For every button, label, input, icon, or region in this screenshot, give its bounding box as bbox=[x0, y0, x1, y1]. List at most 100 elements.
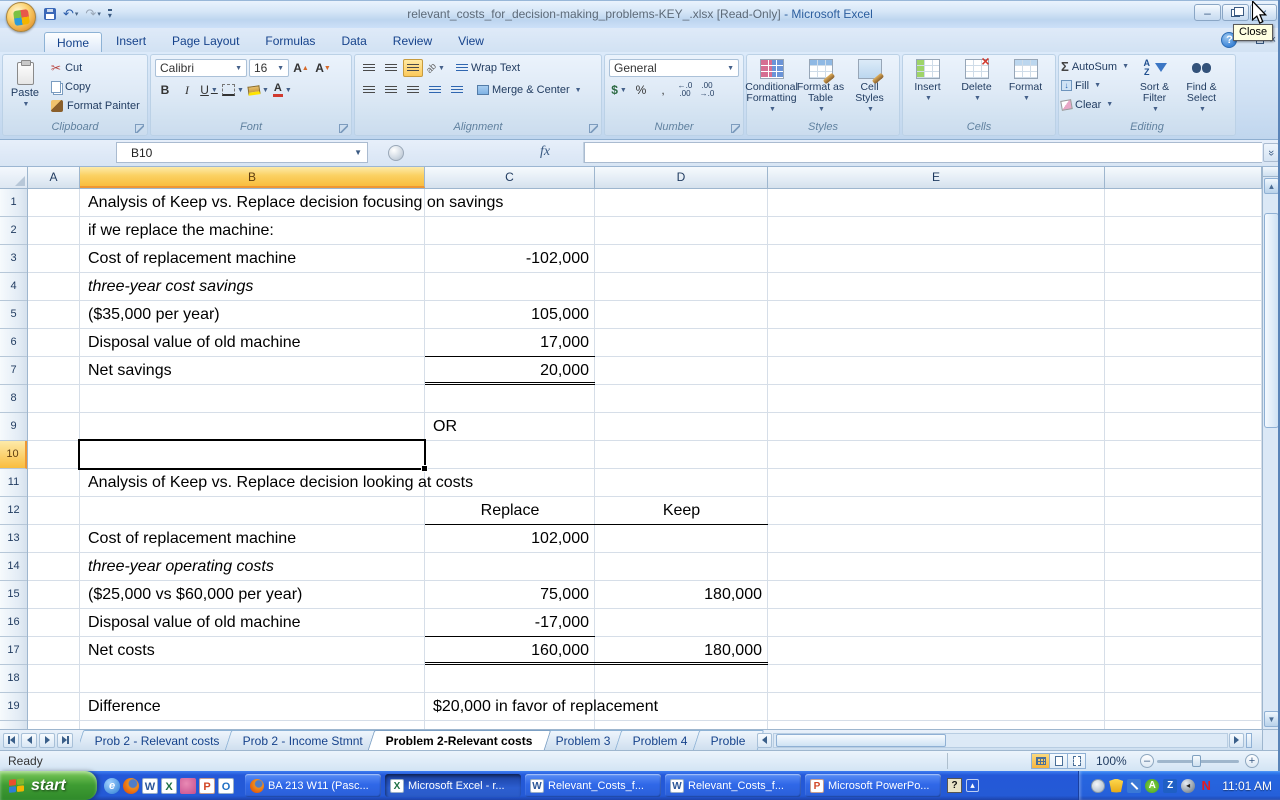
row-header-7[interactable]: 7 bbox=[0, 357, 27, 385]
cell-C9[interactable]: OR bbox=[433, 413, 457, 441]
number-dialog-launcher-icon[interactable] bbox=[731, 124, 740, 133]
scroll-up-button[interactable]: ▲ bbox=[1264, 178, 1279, 194]
ribbon-tab-home[interactable]: Home bbox=[44, 32, 102, 53]
select-all-corner[interactable] bbox=[0, 167, 28, 189]
normal-view-button[interactable] bbox=[1031, 753, 1050, 769]
cell-C15[interactable]: 75,000 bbox=[425, 581, 595, 609]
row-header-14[interactable]: 14 bbox=[0, 553, 27, 581]
row-header-11[interactable]: 11 bbox=[0, 469, 27, 497]
decrease-decimal-button[interactable]: .00→.0 bbox=[697, 81, 717, 99]
row-header-1[interactable]: 1 bbox=[0, 189, 27, 217]
decrease-indent-button[interactable] bbox=[425, 81, 445, 99]
sheet-tab-prob-2-income-stmnt[interactable]: Prob 2 - Income Stmnt bbox=[224, 730, 381, 750]
zoom-out-button[interactable]: – bbox=[1140, 754, 1154, 768]
cell-B19[interactable]: Difference bbox=[88, 693, 161, 721]
cell-B6[interactable]: Disposal value of old machine bbox=[88, 329, 301, 357]
row-header-9[interactable]: 9 bbox=[0, 413, 27, 441]
bold-button[interactable]: B bbox=[155, 81, 175, 99]
word-quicklaunch-icon[interactable] bbox=[142, 778, 158, 794]
cell-C7[interactable]: 20,000 bbox=[425, 357, 595, 385]
sort-filter-button[interactable]: AZ Sort & Filter▼ bbox=[1131, 55, 1178, 119]
cell-C17[interactable]: 160,000 bbox=[425, 637, 595, 665]
zoom-slider-thumb[interactable] bbox=[1192, 755, 1201, 767]
font-size-select[interactable]: 16▼ bbox=[249, 59, 289, 77]
row-header-10[interactable]: 10 bbox=[0, 441, 27, 469]
horizontal-scrollbar[interactable] bbox=[757, 732, 1252, 748]
cell-C16[interactable]: -17,000 bbox=[425, 609, 595, 637]
cell-D15[interactable]: 180,000 bbox=[595, 581, 768, 609]
formula-input[interactable] bbox=[584, 142, 1262, 163]
insert-function-button[interactable]: fx bbox=[540, 144, 550, 160]
sheet-tab-problem-2-relevant-costs[interactable]: Problem 2-Relevant costs bbox=[368, 730, 551, 750]
active-cell-selection[interactable] bbox=[78, 439, 426, 470]
horizontal-scroll-thumb[interactable] bbox=[776, 734, 946, 747]
align-left-button[interactable] bbox=[359, 81, 379, 99]
cell-styles-button[interactable]: Cell Styles▼ bbox=[845, 55, 894, 119]
row-header-18[interactable]: 18 bbox=[0, 665, 27, 693]
task-button-word[interactable]: Relevant_Costs_f... bbox=[525, 774, 661, 797]
ie-quicklaunch-icon[interactable] bbox=[104, 778, 120, 794]
orientation-button[interactable]: ab▼ bbox=[425, 59, 446, 77]
bottom-align-button[interactable] bbox=[403, 59, 423, 77]
firefox-quicklaunch-icon[interactable] bbox=[123, 778, 139, 794]
row-header-15[interactable]: 15 bbox=[0, 581, 27, 609]
find-select-button[interactable]: Find & Select▼ bbox=[1178, 55, 1225, 119]
volume-tray-icon[interactable] bbox=[1181, 779, 1195, 793]
zone-tray-icon[interactable] bbox=[1163, 779, 1177, 793]
name-box[interactable]: B10 ▼ bbox=[116, 142, 368, 163]
expand-formula-bar-button[interactable]: » bbox=[1263, 143, 1279, 162]
paste-button[interactable]: Paste ▼ bbox=[3, 55, 47, 119]
language-bar-icon[interactable]: ? bbox=[947, 778, 962, 793]
row-header-4[interactable]: 4 bbox=[0, 273, 27, 301]
row-header-19[interactable]: 19 bbox=[0, 693, 27, 721]
ribbon-tab-data[interactable]: Data bbox=[329, 31, 378, 52]
cell-B14[interactable]: three-year operating costs bbox=[88, 553, 274, 581]
row-header-5[interactable]: 5 bbox=[0, 301, 27, 329]
autosum-button[interactable]: ΣAutoSum▼ bbox=[1059, 57, 1131, 76]
cell-C6[interactable]: 17,000 bbox=[425, 329, 595, 357]
copy-button[interactable]: Copy bbox=[47, 77, 144, 96]
cell-B3[interactable]: Cost of replacement machine bbox=[88, 245, 296, 273]
column-header-f[interactable] bbox=[1105, 167, 1262, 188]
zoom-level[interactable]: 100% bbox=[1096, 754, 1127, 768]
align-center-button[interactable] bbox=[381, 81, 401, 99]
horizontal-scroll-track[interactable] bbox=[773, 733, 1228, 748]
cell-C19[interactable]: $20,000 in favor of replacement bbox=[433, 693, 658, 721]
row-header-3[interactable]: 3 bbox=[0, 245, 27, 273]
grow-font-button[interactable]: A▲ bbox=[291, 59, 311, 77]
tools-tray-icon[interactable] bbox=[1127, 779, 1141, 793]
format-cells-button[interactable]: Format▼ bbox=[1001, 55, 1050, 119]
row-header-8[interactable]: 8 bbox=[0, 385, 27, 413]
delete-cells-button[interactable]: Delete▼ bbox=[952, 55, 1001, 119]
font-name-select[interactable]: Calibri▼ bbox=[155, 59, 247, 77]
font-color-button[interactable]: A▼ bbox=[272, 81, 293, 99]
cell-C12[interactable]: Replace bbox=[425, 497, 595, 525]
number-format-select[interactable]: General▼ bbox=[609, 59, 739, 77]
conditional-formatting-button[interactable]: Conditional Formatting▼ bbox=[747, 55, 796, 119]
increase-indent-button[interactable] bbox=[447, 81, 467, 99]
insert-cells-button[interactable]: Insert▼ bbox=[903, 55, 952, 119]
first-sheet-button[interactable] bbox=[3, 733, 19, 748]
start-button[interactable]: start bbox=[0, 771, 97, 800]
cell-B4[interactable]: three-year cost savings bbox=[88, 273, 253, 301]
show-hidden-icons-button[interactable]: ▴ bbox=[966, 779, 979, 792]
excel-quicklaunch-icon[interactable] bbox=[161, 778, 177, 794]
wrap-text-button[interactable]: Wrap Text bbox=[456, 62, 520, 74]
row-header-17[interactable]: 17 bbox=[0, 637, 27, 665]
cell-C3[interactable]: -102,000 bbox=[425, 245, 595, 273]
clipboard-dialog-launcher-icon[interactable] bbox=[135, 124, 144, 133]
next-sheet-button[interactable] bbox=[39, 733, 55, 748]
cell-D17[interactable]: 180,000 bbox=[595, 637, 768, 665]
powerpoint-quicklaunch-icon[interactable] bbox=[199, 778, 215, 794]
borders-button[interactable]: ▼ bbox=[221, 81, 245, 99]
outlook-quicklaunch-icon[interactable] bbox=[218, 778, 234, 794]
font-dialog-launcher-icon[interactable] bbox=[339, 124, 348, 133]
percent-style-button[interactable]: % bbox=[631, 81, 651, 99]
cell-C13[interactable]: 102,000 bbox=[425, 525, 595, 553]
task-button-firefox[interactable]: BA 213 W11 (Pasc... bbox=[245, 774, 381, 797]
middle-align-button[interactable] bbox=[381, 59, 401, 77]
cell-B15[interactable]: ($25,000 vs $60,000 per year) bbox=[88, 581, 302, 609]
cell-C5[interactable]: 105,000 bbox=[425, 301, 595, 329]
column-header-D[interactable]: D bbox=[595, 167, 768, 188]
zoom-in-button[interactable]: + bbox=[1245, 754, 1259, 768]
